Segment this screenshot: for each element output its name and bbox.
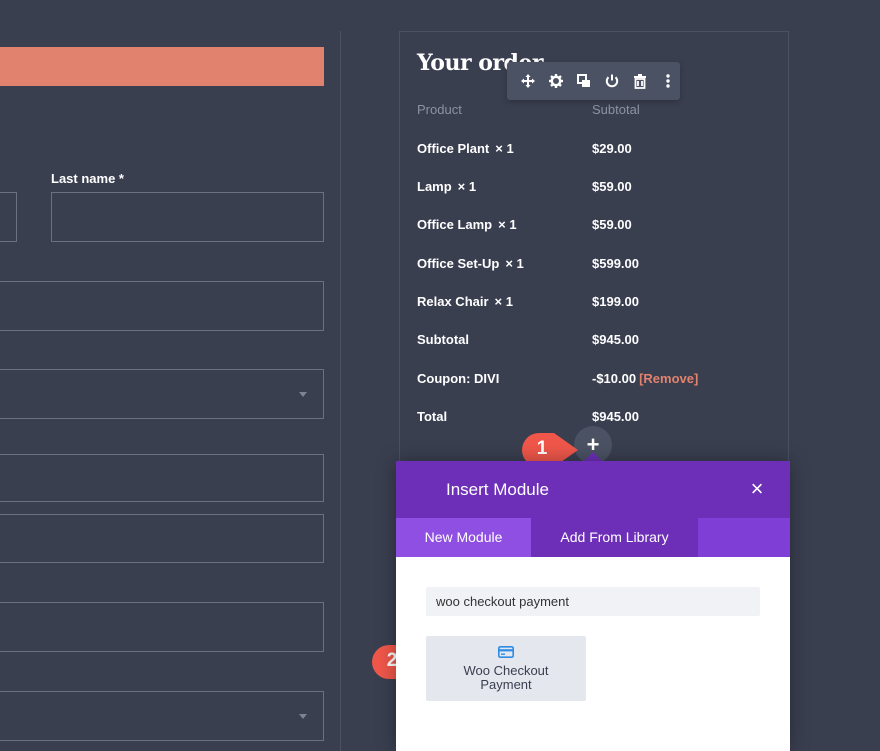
duplicate-icon[interactable]	[575, 72, 593, 90]
item-qty: × 1	[495, 141, 513, 156]
subtotal-row: Subtotal $945.00	[417, 332, 777, 352]
item-price: $599.00	[592, 256, 639, 271]
last-name-field[interactable]	[51, 192, 324, 242]
company-field[interactable]	[0, 281, 324, 331]
form-header-bar	[0, 47, 324, 86]
order-item-row: Office Plant × 1 $29.00	[417, 141, 777, 161]
total-label: Total	[417, 409, 447, 424]
item-name: Lamp	[417, 179, 452, 194]
module-search-input[interactable]: woo checkout payment	[426, 587, 760, 616]
total-value: $945.00	[592, 409, 639, 424]
subtotal-label: Subtotal	[417, 332, 469, 347]
close-icon[interactable]: ×	[746, 478, 768, 500]
order-item-row: Office Lamp × 1 $59.00	[417, 217, 777, 237]
item-price: $29.00	[592, 141, 632, 156]
item-price: $59.00	[592, 217, 632, 232]
remove-coupon-link[interactable]: [Remove]	[639, 371, 698, 386]
item-qty: × 1	[498, 217, 516, 232]
modal-title: Insert Module	[446, 480, 549, 500]
state-select[interactable]	[0, 691, 324, 741]
insert-module-modal: Insert Module × New Module Add From Libr…	[396, 461, 790, 751]
credit-card-icon	[498, 646, 514, 658]
subtotal-value: $945.00	[592, 332, 639, 347]
order-item-row: Office Set-Up × 1 $599.00	[417, 256, 777, 276]
coupon-row: Coupon: DIVI -$10.00[Remove]	[417, 371, 777, 391]
first-name-field[interactable]	[0, 192, 17, 242]
tab-add-from-library[interactable]: Add From Library	[531, 518, 698, 557]
coupon-value: -$10.00	[592, 371, 636, 386]
more-icon[interactable]	[659, 72, 677, 90]
coupon-label: Coupon: DIVI	[417, 371, 499, 386]
country-select[interactable]	[0, 369, 324, 419]
settings-icon[interactable]	[547, 72, 565, 90]
last-name-label: Last name *	[51, 171, 124, 186]
item-qty: × 1	[458, 179, 476, 194]
street-address-field[interactable]	[0, 454, 324, 502]
power-icon[interactable]	[603, 72, 621, 90]
subtotal-column-header: Subtotal	[592, 102, 640, 117]
modal-header: Insert Module ×	[396, 461, 790, 518]
city-field[interactable]	[0, 602, 324, 652]
trash-icon[interactable]	[631, 72, 649, 90]
order-item-row: Lamp × 1 $59.00	[417, 179, 777, 199]
apartment-field[interactable]	[0, 514, 324, 563]
item-name: Relax Chair	[417, 294, 489, 309]
item-name: Office Plant	[417, 141, 489, 156]
item-name: Office Set-Up	[417, 256, 499, 271]
item-qty: × 1	[495, 294, 513, 309]
woo-checkout-payment-module[interactable]: Woo CheckoutPayment	[426, 636, 586, 701]
order-item-row: Relax Chair × 1 $199.00	[417, 294, 777, 314]
tab-new-module[interactable]: New Module	[396, 518, 531, 557]
item-name: Office Lamp	[417, 217, 492, 232]
modal-tabs: New Module Add From Library	[396, 518, 790, 557]
item-qty: × 1	[505, 256, 523, 271]
module-label: Woo CheckoutPayment	[426, 664, 586, 692]
item-price: $199.00	[592, 294, 639, 309]
billing-form-panel: Last name *	[0, 31, 341, 751]
move-icon[interactable]	[519, 72, 537, 90]
module-toolbar	[507, 62, 680, 100]
item-price: $59.00	[592, 179, 632, 194]
product-column-header: Product	[417, 102, 462, 117]
